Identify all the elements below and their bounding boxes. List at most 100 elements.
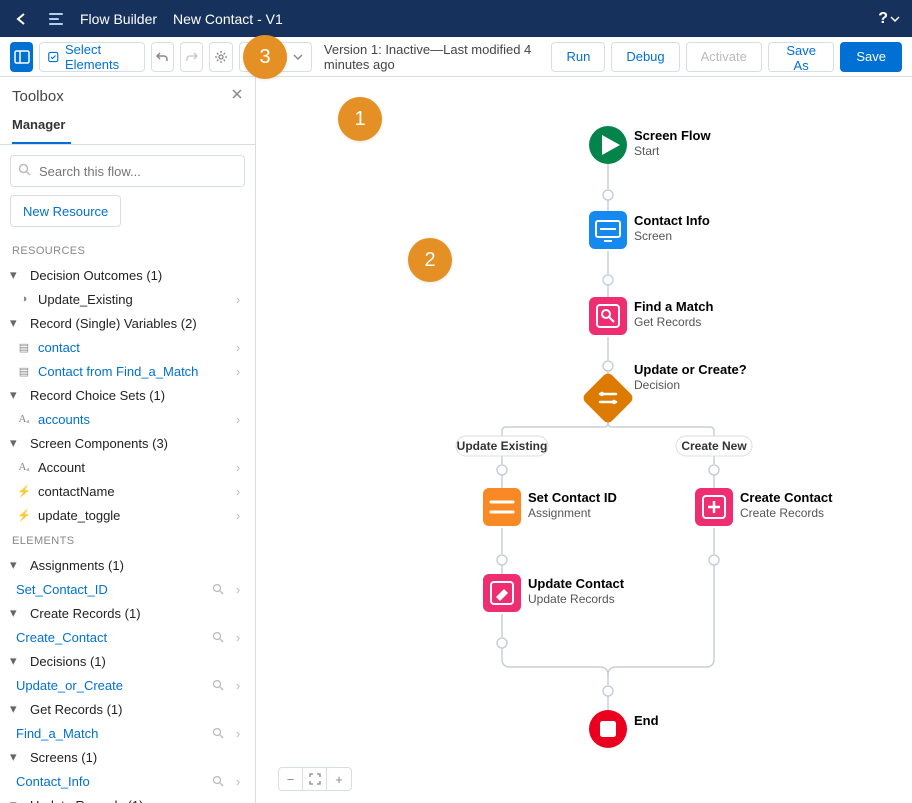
chevron-right-icon: › xyxy=(231,340,245,355)
tab-manager[interactable]: Manager xyxy=(12,117,71,144)
lightning-icon: ⚡ xyxy=(16,483,32,499)
element-item[interactable]: Set_Contact_ID › xyxy=(0,577,255,601)
group-decision-outcomes[interactable]: ▾ Decision Outcomes (1) xyxy=(0,263,255,287)
caret-down-icon: ▾ xyxy=(10,387,24,403)
chevron-down-icon xyxy=(293,52,303,62)
resource-item[interactable]: ◑ Update_Existing › xyxy=(0,287,255,311)
group-get-records[interactable]: ▾ Get Records (1) xyxy=(0,697,255,721)
locate-icon[interactable] xyxy=(211,679,225,691)
resource-item[interactable]: ▤ Contact from Find_a_Match › xyxy=(0,359,255,383)
elements-header: ELEMENTS xyxy=(0,527,255,553)
version-status: Version 1: Inactive—Last modified 4 minu… xyxy=(324,42,540,72)
zoom-controls: − + xyxy=(278,767,352,791)
close-toolbox-button[interactable] xyxy=(231,87,243,105)
save-as-button[interactable]: Save As xyxy=(768,42,834,72)
svg-text:Screen: Screen xyxy=(634,229,672,243)
element-item[interactable]: Create_Contact › xyxy=(0,625,255,649)
branch-label-left: Update Existing xyxy=(457,439,548,453)
svg-text:Update or Create?: Update or Create? xyxy=(634,362,747,377)
zoom-out-button[interactable]: − xyxy=(279,768,303,790)
zoom-to-fit-button[interactable] xyxy=(303,768,327,790)
callout-2: 2 xyxy=(408,238,452,282)
svg-text:Contact Info: Contact Info xyxy=(634,213,710,228)
element-item[interactable]: Update_or_Create › xyxy=(0,673,255,697)
node-create-contact[interactable]: Create Contact Create Records xyxy=(695,488,833,526)
chevron-right-icon: › xyxy=(231,460,245,475)
svg-text:Assignment: Assignment xyxy=(528,506,591,520)
chevron-right-icon: › xyxy=(231,630,245,645)
flow-canvas[interactable]: Screen Flow Start Contact Info Screen Fi… xyxy=(256,77,912,803)
undo-button[interactable] xyxy=(151,42,174,72)
help-menu[interactable]: ? xyxy=(878,10,900,28)
resource-item[interactable]: Aₐ accounts › xyxy=(0,407,255,431)
group-screen-components[interactable]: ▾ Screen Components (3) xyxy=(0,431,255,455)
panel-icon xyxy=(14,49,30,65)
callout-3: 3 xyxy=(243,35,287,79)
zoom-in-button[interactable]: + xyxy=(327,768,351,790)
redo-button[interactable] xyxy=(180,42,203,72)
caret-down-icon: ▾ xyxy=(10,653,24,669)
chevron-right-icon: › xyxy=(231,774,245,789)
svg-text:Start: Start xyxy=(634,144,660,158)
resource-item[interactable]: ⚡ update_toggle › xyxy=(0,503,255,527)
resource-item[interactable]: ▤ contact › xyxy=(0,335,255,359)
node-end[interactable]: End xyxy=(589,710,659,748)
svg-text:Create Contact: Create Contact xyxy=(740,490,833,505)
caret-down-icon: ▾ xyxy=(10,435,24,451)
resource-item[interactable]: ⚡ contactName › xyxy=(0,479,255,503)
app-title: Flow Builder xyxy=(80,11,157,27)
toolbox-panel: Toolbox Manager New Resource RESOURCES ▾… xyxy=(0,77,256,803)
debug-button[interactable]: Debug xyxy=(611,42,679,72)
settings-button[interactable] xyxy=(209,42,232,72)
resource-item[interactable]: Aₐ Account › xyxy=(0,455,255,479)
new-resource-button[interactable]: New Resource xyxy=(10,195,121,227)
back-button[interactable] xyxy=(12,9,32,29)
svg-text:End: End xyxy=(634,713,659,728)
node-update-contact[interactable]: Update Contact Update Records xyxy=(483,574,625,612)
record-icon: ▤ xyxy=(16,339,32,355)
chevron-right-icon: › xyxy=(231,726,245,741)
node-start[interactable]: Screen Flow Start xyxy=(589,126,711,164)
record-icon: ▤ xyxy=(16,363,32,379)
group-create-records[interactable]: ▾ Create Records (1) xyxy=(0,601,255,625)
group-update-records[interactable]: ▾ Update Records (1) xyxy=(0,793,255,803)
caret-down-icon: ▾ xyxy=(10,797,24,803)
chevron-right-icon: › xyxy=(231,412,245,427)
activate-button[interactable]: Activate xyxy=(686,42,762,72)
close-icon xyxy=(231,88,243,100)
run-button[interactable]: Run xyxy=(551,42,605,72)
node-set-contact-id[interactable]: Set Contact ID Assignment xyxy=(483,488,617,526)
flow-builder-icon xyxy=(48,11,64,27)
save-button[interactable]: Save xyxy=(840,42,902,72)
node-contact-info[interactable]: Contact Info Screen xyxy=(589,211,710,249)
chevron-right-icon: › xyxy=(231,508,245,523)
svg-text:Find a Match: Find a Match xyxy=(634,299,714,314)
select-elements-button[interactable]: Select Elements xyxy=(39,42,144,72)
caret-down-icon: ▾ xyxy=(10,557,24,573)
toggle-toolbox-button[interactable] xyxy=(10,42,33,72)
element-item[interactable]: Contact_Info › xyxy=(0,769,255,793)
element-item[interactable]: Find_a_Match › xyxy=(0,721,255,745)
chevron-right-icon: › xyxy=(231,292,245,307)
group-screens[interactable]: ▾ Screens (1) xyxy=(0,745,255,769)
group-record-choice-sets[interactable]: ▾ Record Choice Sets (1) xyxy=(0,383,255,407)
group-assignments[interactable]: ▾ Assignments (1) xyxy=(0,553,255,577)
caret-down-icon: ▾ xyxy=(10,701,24,717)
chevron-right-icon: › xyxy=(231,364,245,379)
locate-icon[interactable] xyxy=(211,727,225,739)
text-icon: Aₐ xyxy=(16,459,32,475)
locate-icon[interactable] xyxy=(211,775,225,787)
outcome-icon: ◑ xyxy=(16,291,32,307)
svg-text:Set Contact ID: Set Contact ID xyxy=(528,490,617,505)
node-update-or-create[interactable]: Update or Create? Decision xyxy=(581,362,747,425)
lightning-icon: ⚡ xyxy=(16,507,32,523)
select-icon xyxy=(48,50,59,64)
locate-icon[interactable] xyxy=(211,583,225,595)
search-input[interactable] xyxy=(10,155,245,187)
group-record-single-variables[interactable]: ▾ Record (Single) Variables (2) xyxy=(0,311,255,335)
locate-icon[interactable] xyxy=(211,631,225,643)
undo-icon xyxy=(155,50,169,64)
group-decisions[interactable]: ▾ Decisions (1) xyxy=(0,649,255,673)
node-find-a-match[interactable]: Find a Match Get Records xyxy=(589,297,714,335)
select-elements-label: Select Elements xyxy=(65,42,136,72)
